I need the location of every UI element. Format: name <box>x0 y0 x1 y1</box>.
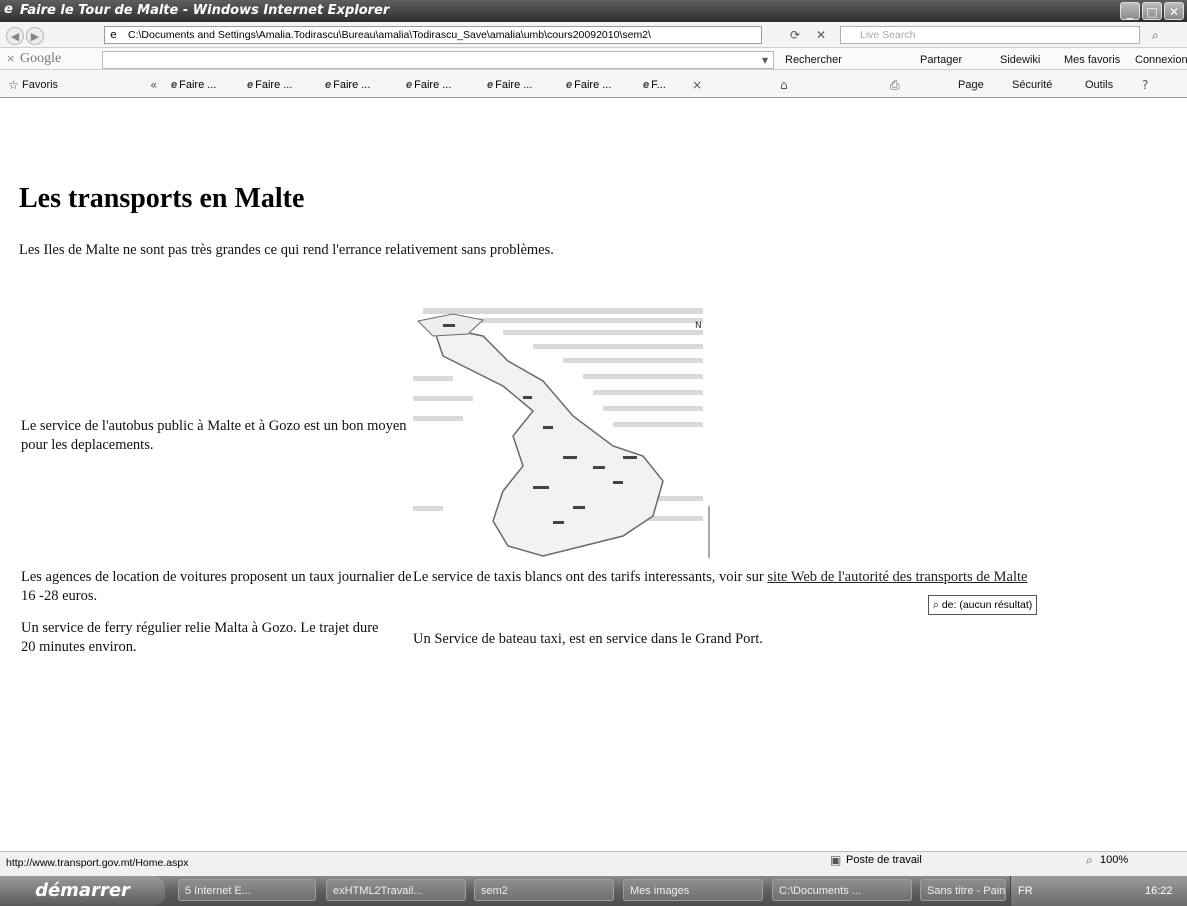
ie-icon: e <box>247 79 254 91</box>
maximize-button[interactable]: □ <box>1142 2 1162 20</box>
tab-6[interactable]: e Faire ... <box>563 76 614 94</box>
boat-taxi-text: Un Service de bateau taxi, est en servic… <box>413 631 763 647</box>
google-logo: Google <box>20 51 62 66</box>
home-icon[interactable]: ⌂ <box>780 77 788 93</box>
taskbar-mes-images[interactable]: Mes images <box>623 879 763 901</box>
rechercher-button[interactable]: Rechercher <box>785 52 842 68</box>
connexion-button[interactable]: Connexion <box>1135 52 1187 68</box>
intro-text: Les Iles de Malte ne sont pas très grand… <box>19 242 554 258</box>
tab-list-icon[interactable]: « <box>150 77 157 93</box>
taskbar-internet-explorer[interactable]: 5 Internet E... <box>178 879 316 901</box>
window-title: Faire le Tour de Malte - Windows Interne… <box>20 3 390 18</box>
clock: 16:22 <box>1145 885 1173 897</box>
chevron-down-icon[interactable]: ▾ <box>762 52 768 68</box>
status-url: http://www.transport.gov.mt/Home.aspx <box>6 857 189 869</box>
print-icon[interactable]: ⎙ <box>890 77 900 93</box>
star-icon: ☆ <box>8 78 19 92</box>
tab-label: Faire ... <box>255 79 293 91</box>
close-tab-icon[interactable]: × <box>692 77 702 93</box>
outils-menu[interactable]: Outils <box>1085 77 1113 93</box>
sidewiki-button[interactable]: Sidewiki <box>1000 52 1040 68</box>
ferry-service-text: Un service de ferry régulier relie Malta… <box>21 620 379 655</box>
tab-label: Faire ... <box>574 79 612 91</box>
tab-label: F... <box>651 79 666 91</box>
tab-4[interactable]: e Faire ... <box>403 76 454 94</box>
ie-icon: e <box>643 79 650 91</box>
tab-7-active[interactable]: e F... <box>640 76 669 94</box>
favorites-button[interactable]: Favoris <box>22 77 58 93</box>
close-button[interactable]: ✕ <box>1164 2 1184 20</box>
computer-icon: ▣ <box>830 853 842 867</box>
taxi-text-prefix: Le service de taxis blancs ont des tarif… <box>413 569 768 585</box>
find-tooltip-text: de: (aucun résultat) <box>941 599 1033 611</box>
google-search-input[interactable] <box>102 51 774 69</box>
tab-1[interactable]: e Faire ... <box>168 76 219 94</box>
page-heading: Les transports en Malte <box>19 183 305 214</box>
bus-service-text: Le service de l'autobus public à Malte e… <box>21 418 407 453</box>
tab-label: Faire ... <box>333 79 371 91</box>
ie-icon: e <box>325 79 332 91</box>
taskbar-documents[interactable]: C:\Documents ... <box>772 879 912 901</box>
find-icon: ⌕ <box>933 599 942 611</box>
help-icon[interactable]: ? <box>1142 77 1148 93</box>
taskbar-paint[interactable]: Sans titre - Paint <box>920 879 1006 901</box>
security-zone: Poste de travail <box>846 854 922 866</box>
zoom-icon[interactable]: ⌕ <box>1086 852 1093 868</box>
find-tooltip: ⌕ de: (aucun résultat) <box>928 595 1038 615</box>
partager-button[interactable]: Partager <box>920 52 962 68</box>
tab-2[interactable]: e Faire ... <box>244 76 295 94</box>
page-menu[interactable]: Page <box>958 77 984 93</box>
stop-icon[interactable]: ✕ <box>816 27 826 43</box>
address-text: C:\Documents and Settings\Amalia.Todiras… <box>128 29 651 41</box>
back-button[interactable]: ◀ <box>6 27 24 45</box>
car-rental-text: Les agences de location de voitures prop… <box>21 569 412 604</box>
page-icon: e <box>110 28 117 41</box>
tab-label: Faire ... <box>495 79 533 91</box>
ie-icon: e <box>171 79 178 91</box>
tab-3[interactable]: e Faire ... <box>322 76 373 94</box>
svg-text:N: N <box>695 321 702 331</box>
search-icon[interactable]: ⌕ <box>1152 27 1159 43</box>
taskbar-sem2-folder[interactable]: sem2 <box>474 879 614 901</box>
tab-label: Faire ... <box>414 79 452 91</box>
refresh-icon[interactable]: ⟳ <box>790 27 800 43</box>
taskbar-exhtml[interactable]: exHTML2Travail... <box>326 879 466 901</box>
ie-icon: e <box>566 79 573 91</box>
transport-authority-link[interactable]: site Web de l'autorité des transports de… <box>767 569 1027 585</box>
securite-menu[interactable]: Sécurité <box>1012 77 1052 93</box>
ie-icon: e <box>406 79 413 91</box>
ie-icon: e <box>4 2 13 17</box>
start-button[interactable]: démarrer <box>0 876 165 906</box>
language-indicator[interactable]: FR <box>1018 883 1033 899</box>
live-search-placeholder: Live Search <box>860 29 916 41</box>
close-icon[interactable]: × <box>6 52 15 66</box>
ie-icon: e <box>487 79 494 91</box>
malta-map-image: N <box>413 306 713 560</box>
forward-button[interactable]: ▶ <box>26 27 44 45</box>
tab-label: Faire ... <box>179 79 217 91</box>
taxi-service-text: Le service de taxis blancs ont des tarif… <box>413 568 1133 587</box>
tab-5[interactable]: e Faire ... <box>484 76 535 94</box>
mes-favoris-button[interactable]: Mes favoris <box>1064 52 1120 68</box>
minimize-button[interactable]: _ <box>1120 2 1140 20</box>
zoom-level[interactable]: 100% <box>1100 852 1128 868</box>
